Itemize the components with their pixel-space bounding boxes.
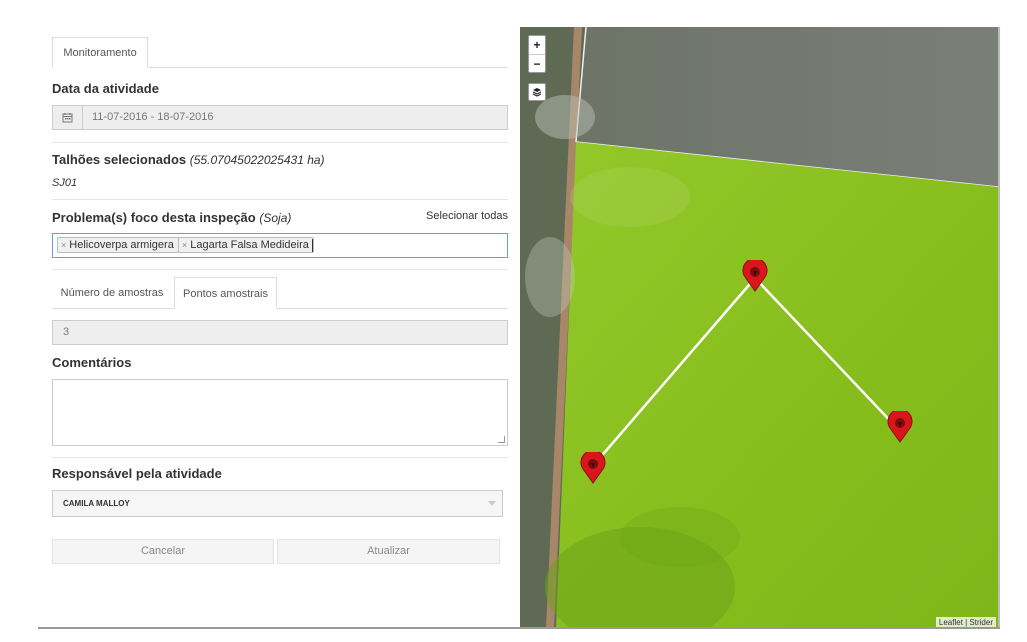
zoom-out-button[interactable]: − — [529, 54, 545, 73]
problems-label-text: Problema(s) foco desta inspeção — [52, 210, 256, 225]
map-pin-icon[interactable] — [580, 449, 606, 484]
plots-label: Talhões selecionados (55.07045022025431 … — [52, 152, 325, 167]
chevron-down-icon — [488, 501, 496, 506]
tab-monitoramento[interactable]: Monitoramento — [52, 37, 148, 68]
tag-lagarta: × Lagarta Falsa Medideira — [178, 237, 314, 253]
divider — [52, 142, 508, 143]
responsible-select[interactable]: CAMILA MALLOY — [52, 490, 503, 517]
problems-multiselect[interactable]: × Helicoverpa armigera × Lagarta Falsa Med… — [52, 233, 508, 258]
date-range-value: 11-07-2016 - 18-07-2016 — [92, 111, 214, 123]
subtab-sample-points[interactable]: Pontos amostrais — [174, 277, 277, 309]
satellite-map[interactable] — [520, 27, 998, 628]
comments-label: Comentários — [52, 355, 132, 370]
frame-bottom-edge — [38, 627, 1000, 629]
tag-label: Helicoverpa armigera — [69, 239, 174, 251]
update-button[interactable]: Atualizar — [277, 539, 500, 564]
plots-area: (55.07045022025431 ha) — [189, 153, 325, 167]
problems-crop: (Soja) — [259, 211, 292, 225]
samples-input[interactable]: 3 — [52, 320, 508, 345]
plots-label-text: Talhões selecionados — [52, 152, 187, 167]
text-cursor — [312, 239, 313, 252]
responsible-value: CAMILA MALLOY — [63, 499, 130, 508]
calendar-icon[interactable] — [53, 106, 83, 129]
resize-handle-icon[interactable] — [498, 436, 505, 443]
tag-helicoverpa: × Helicoverpa armigera — [57, 237, 179, 253]
activity-form: Monitoramento Data da atividade 11-07-20… — [40, 27, 520, 627]
divider — [52, 457, 508, 458]
field-shadow — [620, 507, 740, 567]
date-label: Data da atividade — [52, 81, 159, 96]
tag-remove-icon[interactable]: × — [182, 240, 187, 250]
map-view[interactable]: + − Leaflet | Strider — [520, 27, 998, 628]
map-pin-icon[interactable] — [742, 257, 768, 292]
cloud-haze — [570, 167, 690, 227]
date-range-field[interactable]: 11-07-2016 - 18-07-2016 — [52, 105, 508, 130]
divider — [52, 199, 508, 200]
comments-textarea[interactable] — [52, 379, 508, 446]
subtab-sample-count[interactable]: Número de amostras — [52, 277, 172, 309]
zoom-in-button[interactable]: + — [529, 36, 545, 54]
select-all-link[interactable]: Selecionar todas — [426, 210, 508, 222]
responsible-label: Responsável pela atividade — [52, 466, 222, 481]
cloud-haze — [525, 237, 575, 317]
plot-name: SJ01 — [52, 177, 78, 189]
tag-label: Lagarta Falsa Medideira — [190, 239, 309, 251]
layers-icon[interactable] — [528, 83, 546, 101]
cancel-button[interactable]: Cancelar — [52, 539, 274, 564]
problems-label: Problema(s) foco desta inspeção (Soja) — [52, 210, 291, 225]
frame-right-edge — [998, 27, 1000, 628]
divider — [52, 269, 508, 270]
zoom-control: + − — [528, 35, 546, 73]
tag-remove-icon[interactable]: × — [61, 240, 66, 250]
map-pin-icon[interactable] — [887, 408, 913, 443]
cloud-haze — [535, 95, 595, 139]
